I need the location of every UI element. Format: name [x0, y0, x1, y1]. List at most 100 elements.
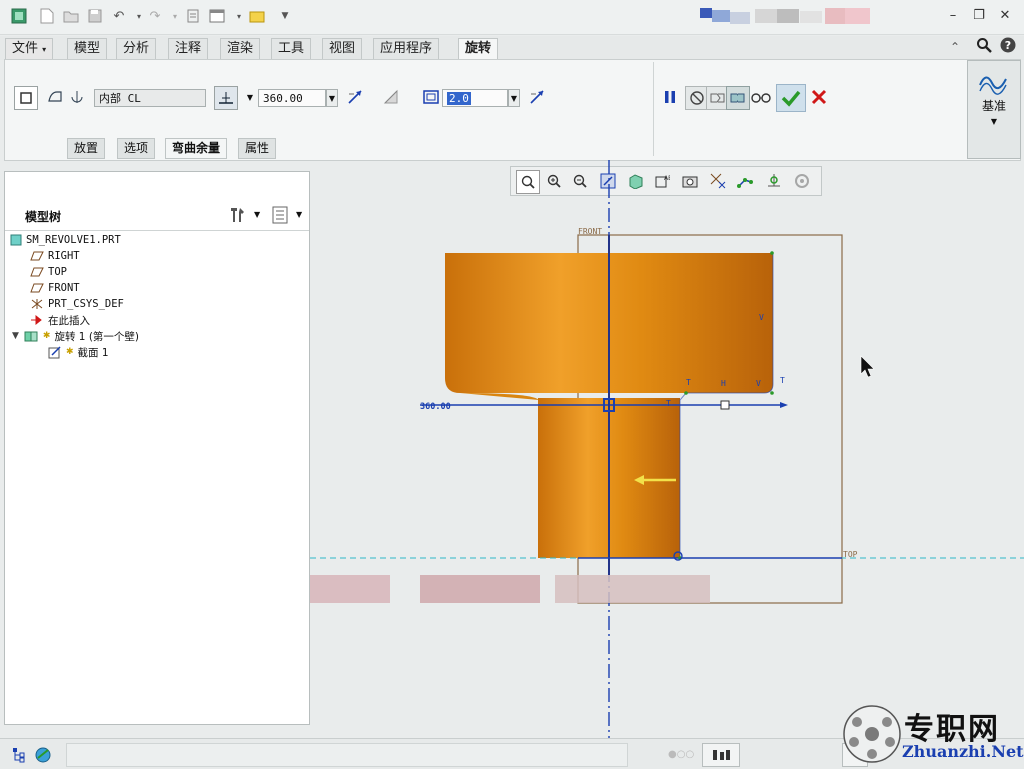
new-file-icon[interactable] — [38, 7, 56, 25]
tree-item-label: SM_REVOLVE1.PRT — [26, 234, 121, 246]
customize-toolbar-icon[interactable]: ▼ — [276, 7, 294, 25]
redo-icon[interactable]: ↷ — [146, 7, 164, 25]
show-columns-dropdown-icon[interactable]: ▼ — [296, 210, 302, 219]
open-folder-icon[interactable] — [62, 7, 80, 25]
collapse-ribbon-icon[interactable]: ⌃ — [950, 40, 960, 54]
tab-model[interactable]: 模型 — [67, 38, 108, 60]
flip-angle-icon[interactable] — [344, 86, 366, 108]
model-tree-title: 模型树 — [25, 210, 62, 224]
tree-settings-dropdown-icon[interactable]: ▼ — [254, 210, 260, 219]
thickness-field[interactable]: 2.0 — [442, 89, 508, 107]
thickness-dropdown-icon[interactable]: ▼ — [508, 89, 520, 107]
tab-view[interactable]: 视图 — [322, 38, 363, 60]
redo-dropdown-icon[interactable]: ▾ — [166, 7, 184, 25]
soccer-ball-logo-icon — [843, 705, 901, 763]
constraint-v1: V — [756, 379, 761, 388]
graphics-canvas[interactable]: FRONT TOP 360.00 T H V T V T — [310, 160, 1024, 738]
mouse-cursor-icon — [860, 355, 875, 378]
blurred-title — [700, 6, 885, 28]
subtab-properties[interactable]: 属性 — [238, 138, 277, 159]
tree-item-label: FRONT — [48, 282, 80, 294]
selection-filter-icon[interactable] — [702, 743, 740, 767]
subtab-bend-allowance[interactable]: 弯曲余量 — [165, 138, 228, 159]
activity-indicator-icon: ●○○ — [668, 749, 695, 760]
new-feature-star-icon: ✱ — [42, 331, 51, 341]
minimize-icon[interactable]: – — [944, 8, 962, 24]
tree-item-revolve[interactable]: ▼ ✱ 旋转 1 (第一个壁) — [12, 329, 139, 343]
windows-dropdown-icon[interactable]: ▾ — [230, 7, 248, 25]
expand-arrow-icon[interactable]: ▼ — [12, 331, 19, 341]
angle-value-field[interactable]: 360.00 — [258, 89, 326, 107]
angle-dropdown-icon[interactable]: ▼ — [326, 89, 338, 107]
tree-item-front[interactable]: FRONT — [30, 281, 80, 295]
angle-type-icon[interactable] — [214, 86, 238, 110]
tree-item-part[interactable]: SM_REVOLVE1.PRT — [10, 233, 121, 247]
tree-item-label: PRT_CSYS_DEF — [48, 298, 124, 310]
pause-icon[interactable] — [659, 86, 681, 108]
tab-tools[interactable]: 工具 — [271, 38, 312, 60]
tree-item-top[interactable]: TOP — [30, 265, 67, 279]
verify-preview-icon[interactable] — [750, 86, 772, 108]
tab-annotate[interactable]: 注释 — [168, 38, 209, 60]
close-icon[interactable]: ✕ — [996, 8, 1014, 24]
square-handle[interactable] — [720, 400, 730, 410]
tree-item-csys[interactable]: PRT_CSYS_DEF — [30, 297, 124, 311]
svg-text:?: ? — [1005, 39, 1011, 52]
tree-item-section[interactable]: ✱ 截面 1 — [48, 345, 109, 359]
solid-revolve-icon[interactable] — [14, 86, 38, 110]
datum-plane-icon — [30, 267, 44, 277]
message-area — [66, 743, 628, 767]
subtab-placement[interactable]: 放置 — [67, 138, 106, 159]
undo-icon[interactable]: ↶ — [110, 7, 128, 25]
app-icon — [10, 7, 28, 25]
angle-arrow-icon — [780, 402, 788, 408]
search-icon[interactable] — [976, 37, 992, 56]
help-icon[interactable]: ? — [1000, 37, 1016, 56]
revolve-feature-icon — [24, 331, 38, 342]
revolve-dashboard — [4, 59, 1021, 161]
cancel-x-icon[interactable] — [808, 86, 830, 108]
tree-item-right[interactable]: RIGHT — [30, 249, 80, 263]
restore-icon[interactable]: ❐ — [970, 8, 988, 24]
tree-item-insert-here[interactable]: 在此插入 — [30, 313, 90, 327]
confirm-check-icon[interactable] — [776, 84, 806, 112]
save-icon[interactable] — [86, 7, 104, 25]
tab-analysis[interactable]: 分析 — [116, 38, 157, 60]
thickness-value: 2.0 — [447, 92, 471, 105]
constraint-h: H — [721, 379, 726, 388]
tree-settings-icon[interactable] — [227, 204, 249, 226]
subtab-options[interactable]: 选项 — [117, 138, 156, 159]
watermark-url: Zhuanzhi.Net — [902, 742, 1024, 761]
toggle-navigator-icon[interactable] — [8, 744, 30, 766]
show-columns-icon[interactable] — [269, 204, 291, 226]
insert-arrow-icon — [31, 314, 42, 326]
datum-plane-icon — [30, 283, 44, 293]
regenerate-icon[interactable] — [184, 7, 202, 25]
toggle-browser-icon[interactable] — [32, 744, 54, 766]
datum-group[interactable]: 基准 ▼ — [967, 60, 1021, 159]
zhuanzhi-watermark: 专职网 Zhuanzhi.Net — [842, 702, 1024, 766]
tree-item-label: 在此插入 — [48, 314, 90, 327]
close-window-icon[interactable] — [248, 7, 266, 25]
revolve-axis-icon[interactable] — [66, 86, 88, 108]
attached-preview-icon[interactable] — [726, 86, 750, 110]
datum-plane-icon — [30, 251, 44, 261]
remove-material-icon[interactable] — [380, 86, 402, 108]
windows-icon[interactable] — [208, 7, 226, 25]
blurred-caption-area — [310, 575, 710, 603]
front-plane-label: FRONT — [578, 227, 602, 236]
constraint-t2: T — [780, 376, 785, 385]
angle-label: 360.00 — [420, 402, 451, 412]
tree-item-label: 截面 1 — [77, 346, 109, 359]
thicken-icon[interactable] — [420, 86, 442, 108]
tab-render[interactable]: 渲染 — [220, 38, 261, 60]
datum-icon — [978, 67, 1010, 98]
tab-applications[interactable]: 应用程序 — [373, 38, 440, 60]
flip-thickness-icon[interactable] — [526, 86, 548, 108]
part-icon — [10, 234, 22, 246]
tab-file[interactable]: 文件 ▾ — [5, 38, 54, 60]
axis-reference-field[interactable]: 内部 CL — [94, 89, 206, 107]
angle-type-dropdown-icon[interactable]: ▼ — [244, 89, 256, 107]
surface-revolve-icon[interactable] — [44, 86, 66, 108]
csys-icon — [31, 299, 43, 309]
